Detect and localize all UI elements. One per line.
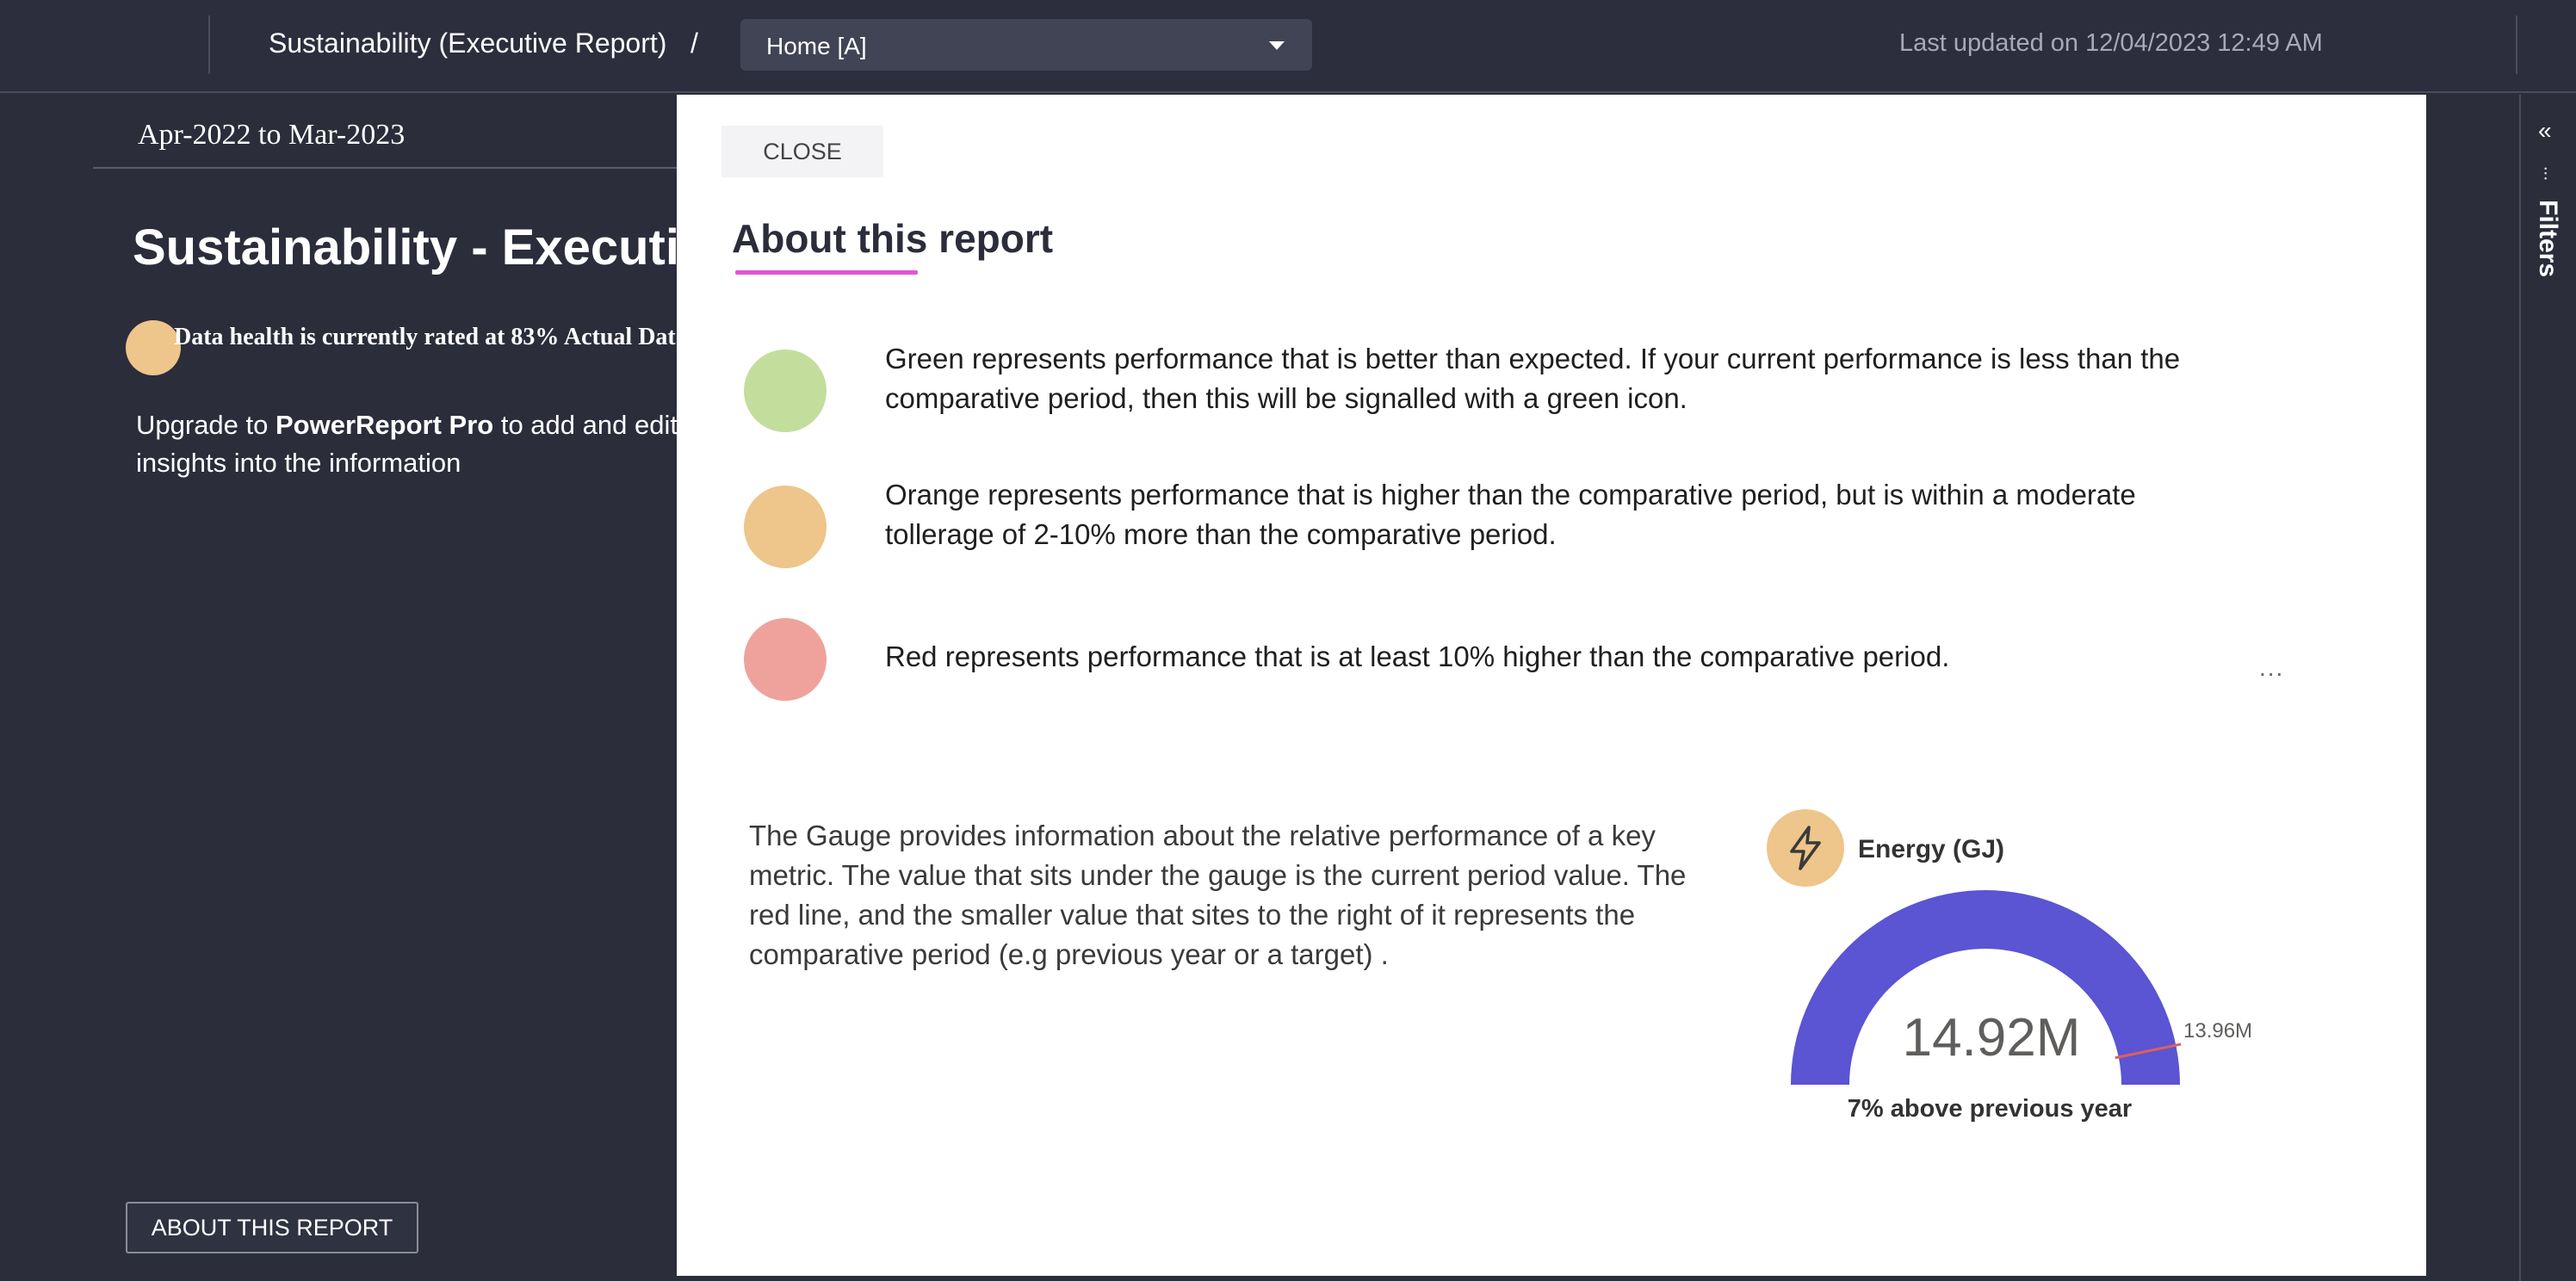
- about-report-modal: CLOSE About this report Green represents…: [677, 95, 2426, 1276]
- more-options-icon[interactable]: ...: [2259, 654, 2284, 682]
- close-button[interactable]: CLOSE: [721, 126, 883, 177]
- filters-pane[interactable]: « ⫶ Filters: [2519, 95, 2576, 1281]
- modal-title: About this report: [732, 216, 1054, 261]
- data-health-indicator: [126, 320, 181, 375]
- double-chevron-left-icon[interactable]: «: [2538, 117, 2552, 145]
- legend-text: Red represents performance that is at le…: [885, 640, 1950, 672]
- gauge-title: Energy (GJ): [1858, 835, 2005, 863]
- divider: [93, 167, 687, 169]
- page-select-value: Home [A]: [766, 33, 867, 59]
- green-status-icon: [744, 350, 827, 432]
- gauge-target-value: 13.96M: [2183, 1019, 2253, 1043]
- last-updated-text: Last updated on 12/04/2023 12:49 AM: [1899, 29, 2323, 57]
- date-range: Apr-2022 to Mar-2023: [138, 119, 406, 151]
- divider: [208, 15, 210, 74]
- legend-text: Orange represents performance that is hi…: [885, 479, 2136, 550]
- filters-label[interactable]: Filters: [2533, 200, 2562, 277]
- data-health-text: Data health is currently rated at 83% Ac…: [174, 324, 676, 350]
- gauge-subtitle: 7% above previous year: [1847, 1095, 2133, 1123]
- upgrade-prefix: Upgrade to: [136, 410, 276, 440]
- divider: [2516, 15, 2517, 74]
- title-underline: [735, 270, 918, 275]
- gauge-value: 14.92M: [1902, 1008, 2081, 1068]
- energy-gauge: [1791, 890, 2182, 1085]
- caret-down-icon: [1269, 41, 1285, 50]
- upgrade-product: PowerReport Pro: [276, 410, 494, 440]
- gauge-description: The Gauge provides information about the…: [749, 820, 1687, 970]
- filter-icon: ⫶: [2543, 165, 2548, 184]
- report-title: Sustainability (Executive Report): [269, 28, 667, 59]
- top-bar: Sustainability (Executive Report) / Home…: [0, 0, 2576, 93]
- lightning-icon: [1790, 826, 1821, 870]
- orange-status-icon: [744, 486, 827, 568]
- legend-text: Green represents performance that is bet…: [885, 343, 2181, 414]
- red-status-icon: [744, 618, 827, 701]
- page-select-dropdown[interactable]: Home [A]: [740, 19, 1312, 71]
- breadcrumb-separator: /: [690, 28, 698, 59]
- report-heading: Sustainability - Executiv: [133, 220, 708, 275]
- about-this-report-button[interactable]: ABOUT THIS REPORT: [126, 1202, 418, 1253]
